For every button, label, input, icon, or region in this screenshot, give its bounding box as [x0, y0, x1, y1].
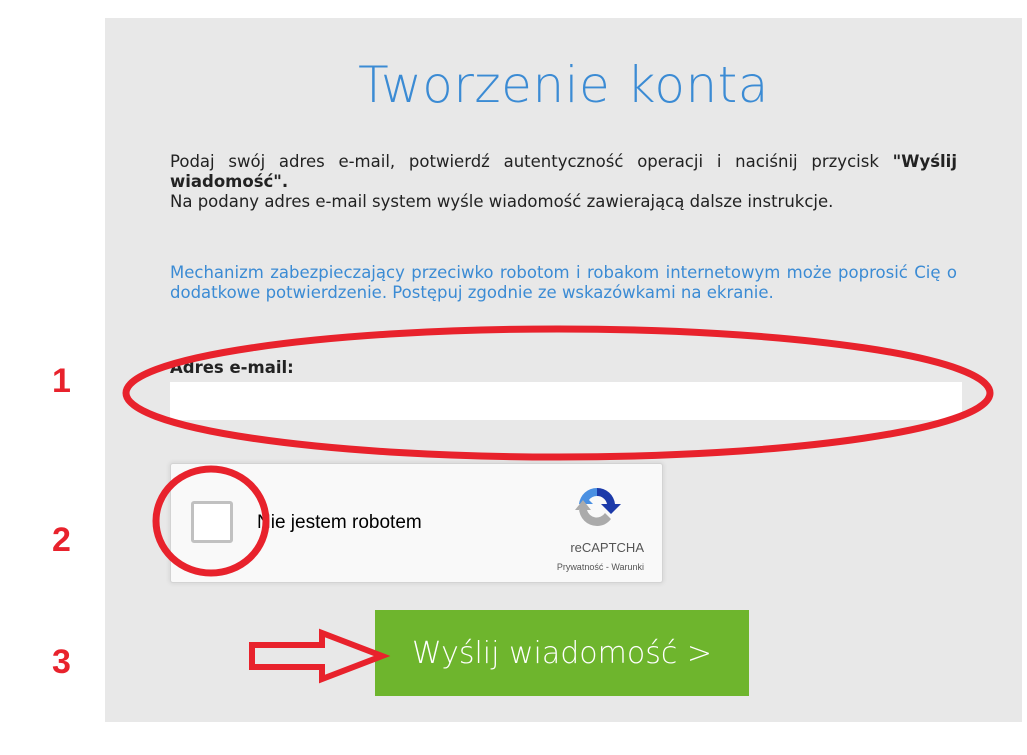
annotation-step-3: 3: [52, 643, 71, 681]
intro-paragraph: Podaj swój adres e-mail, potwierdź auten…: [170, 152, 957, 212]
annotation-step-1: 1: [52, 362, 71, 400]
email-input[interactable]: [170, 382, 962, 420]
registration-panel: Tworzenie konta Podaj swój adres e-mail,…: [105, 18, 1022, 722]
intro-instructions: Na podany adres e-mail system wyśle wiad…: [170, 192, 834, 211]
recaptcha-privacy-terms-links[interactable]: Prywatność - Warunki: [557, 562, 644, 572]
security-note: Mechanizm zabezpieczający przeciwko robo…: [170, 263, 957, 302]
recaptcha-checkbox[interactable]: [191, 501, 233, 543]
recaptcha-label: Nie jestem robotem: [257, 512, 422, 533]
email-label: Adres e-mail:: [170, 358, 294, 377]
stage: Tworzenie konta Podaj swój adres e-mail,…: [0, 0, 1027, 755]
recaptcha-widget: Nie jestem robotem reCAPTCHA Prywatność …: [170, 463, 663, 583]
recaptcha-logo-icon: [575, 487, 621, 526]
recaptcha-brand: reCAPTCHA: [570, 540, 644, 555]
send-message-button[interactable]: Wyślij wiadomość >: [375, 610, 749, 696]
intro-text: Podaj swój adres e-mail, potwierdź auten…: [170, 152, 893, 171]
page-title: Tworzenie konta: [358, 56, 769, 114]
annotation-step-2: 2: [52, 521, 71, 559]
